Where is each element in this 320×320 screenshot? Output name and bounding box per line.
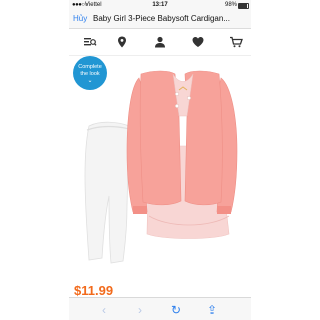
status-time: 13:17	[152, 2, 168, 8]
page-title: Baby Girl 3-Piece Babysoft Cardigan...	[93, 14, 230, 23]
leggings	[84, 121, 130, 264]
product-price: $11.99	[74, 283, 114, 298]
cancel-button[interactable]: Hủy	[73, 14, 87, 23]
share-icon[interactable]: ⇪	[205, 303, 219, 317]
status-bar: ●●●○○ Viettel 13:17 98%	[69, 0, 251, 10]
back-arrow-icon[interactable]: ‹	[97, 303, 111, 317]
menu-search-icon[interactable]	[83, 35, 97, 49]
location-pin-icon[interactable]	[115, 35, 129, 49]
title-bar: Hủy Baby Girl 3-Piece Babysoft Cardigan.…	[69, 10, 251, 29]
battery-icon	[238, 3, 249, 9]
badge-line-2: the look	[80, 70, 100, 77]
heart-icon[interactable]	[191, 35, 205, 49]
user-icon[interactable]	[153, 35, 167, 49]
site-nav-bar	[69, 29, 251, 56]
cardigan-body-left	[139, 70, 182, 206]
battery-percent: 98%	[224, 2, 237, 8]
cardigan-button	[174, 92, 179, 97]
cardigan-button	[174, 104, 179, 109]
complete-the-look-button[interactable]: Complete the look ⌄	[73, 56, 107, 90]
forward-arrow-icon[interactable]: ›	[133, 303, 147, 317]
cart-icon[interactable]	[229, 35, 243, 49]
product-image[interactable]: Complete the look ⌄	[69, 56, 251, 274]
browser-toolbar: ‹ › ↻ ⇪	[69, 297, 251, 320]
reload-icon[interactable]: ↻	[169, 303, 183, 317]
chevron-down-icon: ⌄	[87, 78, 93, 84]
cardigan-button	[186, 96, 191, 101]
phone-screen: ●●●○○ Viettel 13:17 98% Hủy Baby Girl 3-…	[69, 0, 251, 320]
